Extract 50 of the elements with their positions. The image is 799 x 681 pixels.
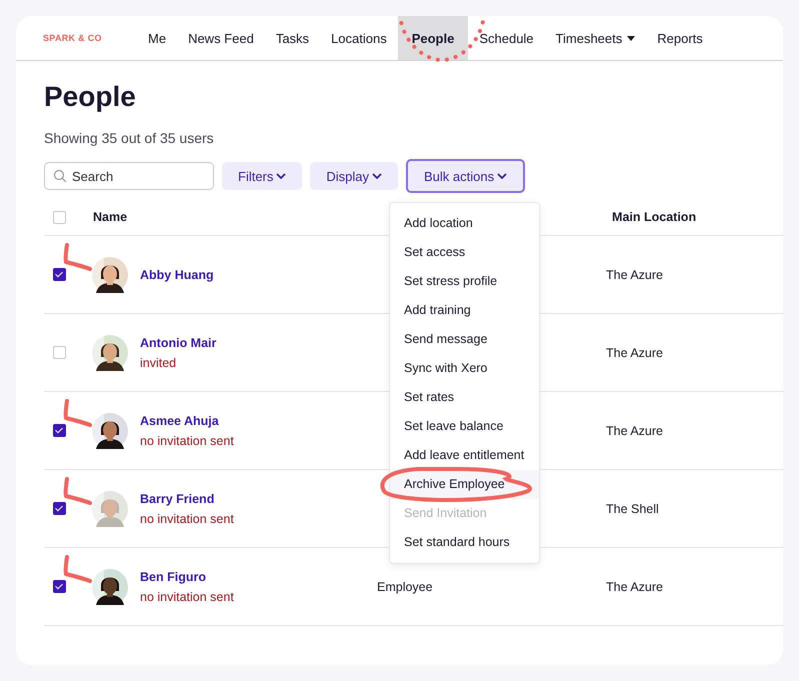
chevron-icon — [276, 173, 286, 179]
invitation-status: no invitation sent — [140, 512, 235, 526]
nav-tab[interactable]: Schedule — [468, 16, 545, 60]
table-cell: The Azure — [606, 268, 663, 282]
column-header: Name — [93, 210, 128, 224]
menu-item[interactable]: Set stress profile — [390, 267, 540, 296]
select-all-checkbox[interactable] — [53, 210, 66, 224]
toolbar-button[interactable]: Display — [310, 162, 398, 190]
menu-item[interactable]: Set standard hours — [390, 528, 540, 557]
menu-item[interactable]: Set rates — [390, 383, 540, 412]
search-icon — [53, 169, 67, 183]
person-name-link[interactable]: Ben Figuro — [140, 570, 365, 584]
table-cell: The Azure — [606, 580, 663, 594]
page-title: People — [44, 80, 137, 114]
row-checkbox[interactable] — [53, 580, 66, 593]
table-cell: The Shell — [606, 502, 659, 516]
row-checkbox[interactable] — [53, 268, 66, 281]
menu-item[interactable]: Add location — [390, 209, 540, 238]
invitation-status: no invitation sent — [140, 434, 235, 448]
column-header: Main Location — [612, 210, 696, 224]
invitation-status: invited — [140, 356, 178, 370]
row-checkbox[interactable] — [53, 502, 66, 515]
chevron-icon — [497, 173, 508, 179]
nav-tab[interactable]: People — [398, 16, 468, 60]
person-name-link[interactable]: Barry Friend — [140, 492, 365, 506]
person-name-link[interactable]: Antonio Mair — [140, 336, 365, 350]
search-field[interactable]: Search — [44, 162, 214, 190]
menu-item[interactable]: Add leave entitlement — [390, 441, 540, 470]
chevron-icon — [372, 173, 382, 179]
menu-item[interactable]: Send message — [390, 325, 540, 354]
nav-tab[interactable]: Locations — [320, 16, 398, 60]
row-checkbox[interactable] — [53, 424, 66, 437]
invitation-status: no invitation sent — [140, 590, 235, 604]
table-cell: The Azure — [606, 346, 663, 360]
table-cell: Employee — [377, 580, 433, 594]
person-name-link[interactable]: Abby Huang — [140, 268, 365, 282]
nav-tab[interactable]: Me — [137, 16, 178, 60]
menu-item[interactable]: Sync with Xero — [390, 354, 540, 383]
nav-tab[interactable]: News Feed — [177, 16, 265, 60]
menu-item[interactable]: Set leave balance — [390, 412, 540, 441]
nav-tab[interactable]: Reports — [646, 16, 714, 60]
toolbar-button[interactable]: Bulk actions — [406, 159, 526, 193]
nav-tab[interactable]: Timesheets — [544, 16, 646, 60]
menu-item[interactable]: Set access — [390, 238, 540, 267]
nav-tab[interactable]: Tasks — [264, 16, 320, 60]
user-count: Showing 35 out of 35 users — [44, 130, 215, 146]
table-cell: The Azure — [606, 424, 663, 438]
menu-item[interactable]: Add training — [390, 296, 540, 325]
person-name-link[interactable]: Asmee Ahuja — [140, 414, 365, 428]
toolbar-button[interactable]: Filters — [222, 162, 302, 190]
